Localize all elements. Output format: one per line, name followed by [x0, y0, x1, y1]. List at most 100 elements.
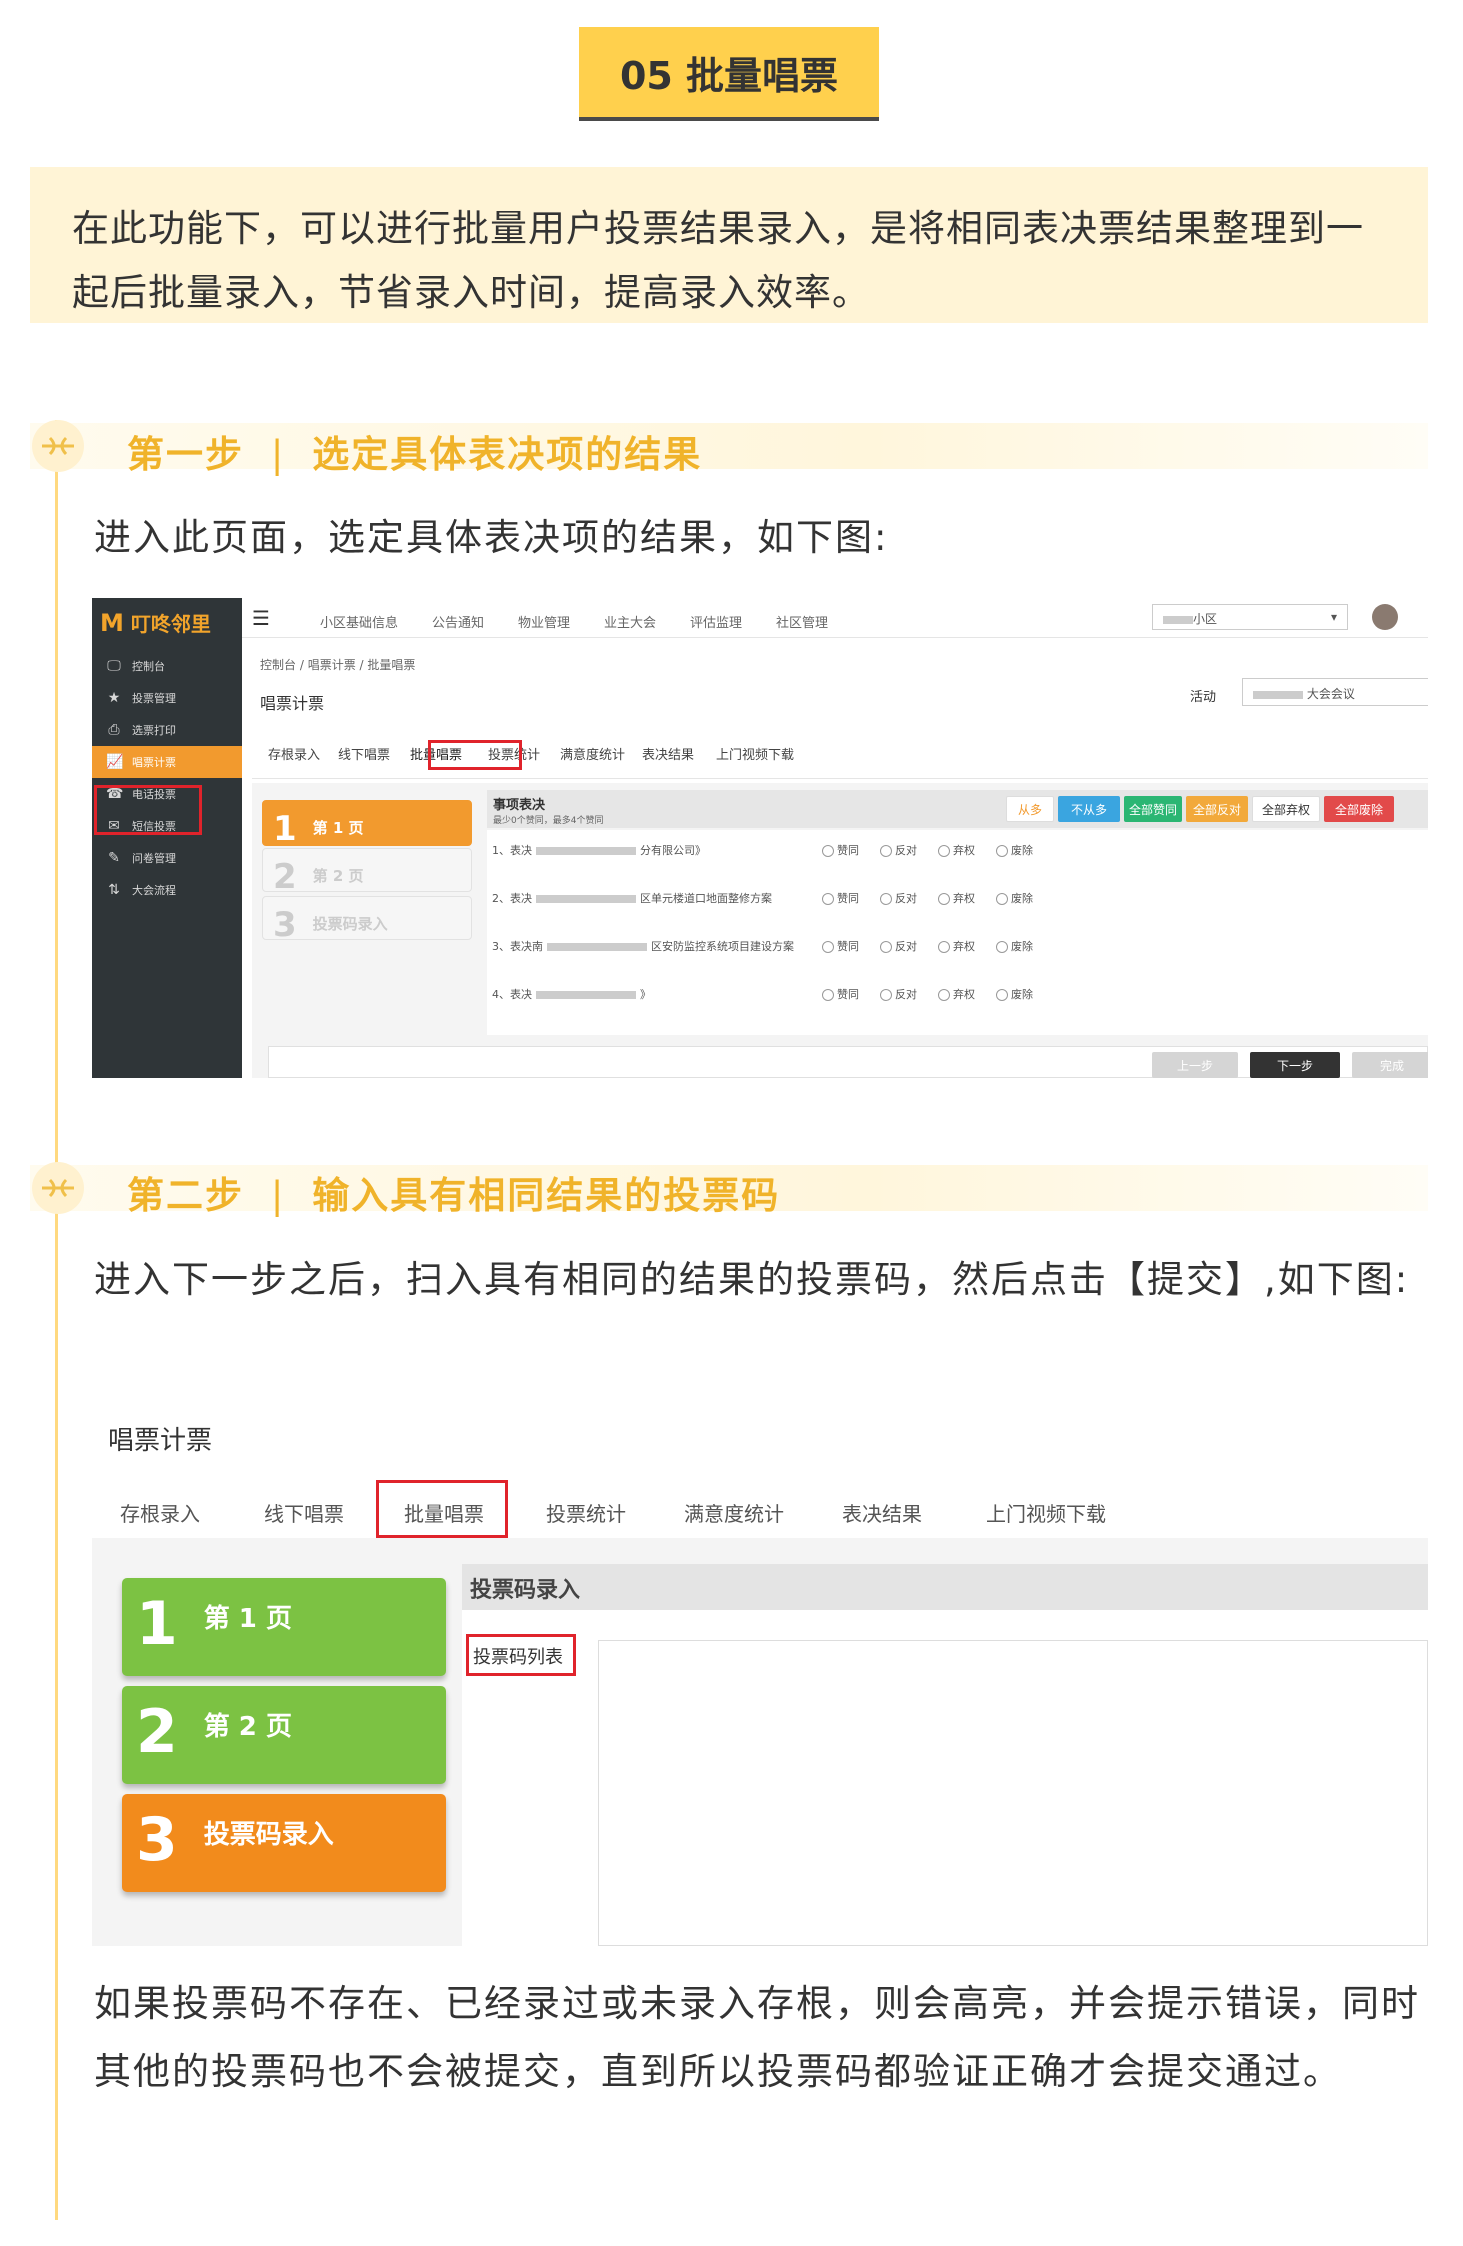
- community-select[interactable]: 小区 ▾: [1152, 604, 1348, 630]
- questions-panel: [487, 830, 1428, 1035]
- step2-heading: 输入具有相同结果的投票码: [312, 1174, 781, 1217]
- wizard-step-2[interactable]: 2第 2 页: [262, 848, 472, 897]
- option-radio[interactable]: 赞同: [822, 890, 859, 906]
- step1-divider: |: [270, 433, 286, 476]
- wizard-step-2[interactable]: 2第 2 页: [122, 1686, 446, 1784]
- bulk-button[interactable]: 不从多: [1058, 796, 1120, 822]
- intro-text: 在此功能下，可以进行批量用户投票结果录入，是将相同表决票结果整理到一起后批量录入…: [72, 207, 1364, 314]
- wizard-step-3[interactable]: 3 投票码录入: [262, 896, 472, 945]
- tab-1[interactable]: 存根录入: [268, 744, 320, 763]
- intro-box: 在此功能下，可以进行批量用户投票结果录入，是将相同表决票结果整理到一起后批量录入…: [30, 167, 1428, 323]
- tab-5[interactable]: 满意度统计: [560, 744, 625, 763]
- sidebar-item[interactable]: ★ 投票管理: [92, 682, 242, 714]
- option-radio[interactable]: 赞同: [822, 986, 859, 1002]
- option-radio[interactable]: 反对: [880, 986, 917, 1002]
- activity-label: 活动: [1190, 690, 1217, 705]
- option-radio[interactable]: 赞同: [822, 938, 859, 954]
- sidebar-item-label: 投票管理: [132, 692, 176, 705]
- nav-item[interactable]: 评估监理: [690, 612, 742, 631]
- option-radio[interactable]: 反对: [880, 890, 917, 906]
- wizard-step-1[interactable]: 1第 1 页: [262, 800, 472, 849]
- page-heading: 唱票计票: [108, 1426, 213, 1456]
- highlight-box: [376, 1480, 508, 1538]
- nav-item[interactable]: 业主大会: [604, 612, 656, 631]
- bulk-button[interactable]: 从多: [1006, 796, 1054, 822]
- nav-item[interactable]: 小区基础信息: [320, 612, 398, 631]
- option-radio[interactable]: 废除: [996, 890, 1033, 906]
- sort-icon: ⇅: [108, 882, 120, 898]
- option-radio[interactable]: 反对: [880, 842, 917, 858]
- sidebar-item[interactable]: ⇅ 大会流程: [92, 874, 242, 906]
- tab-6[interactable]: 表决结果: [842, 1498, 922, 1527]
- tab-2[interactable]: 线下唱票: [264, 1498, 344, 1527]
- finish-button[interactable]: 完成: [1352, 1052, 1428, 1078]
- option-radio[interactable]: 赞同: [822, 842, 859, 858]
- divider: [252, 778, 1428, 779]
- sidebar-item[interactable]: 🖵 控制台: [92, 650, 242, 682]
- bulk-button[interactable]: 全部废除: [1324, 796, 1394, 822]
- sidebar-item[interactable]: ⎙ 选票打印: [92, 714, 242, 746]
- step1-title: 第一步 | 选定具体表决项的结果: [127, 424, 702, 478]
- code-list-textarea[interactable]: [598, 1640, 1428, 1946]
- next-button[interactable]: 下一步: [1250, 1052, 1340, 1078]
- activity-select[interactable]: 大会会议: [1242, 678, 1428, 706]
- option-radio[interactable]: 废除: [996, 986, 1033, 1002]
- tab-7[interactable]: 上门视频下载: [716, 744, 794, 763]
- option-radio[interactable]: 弃权: [938, 986, 975, 1002]
- option-radio[interactable]: 废除: [996, 938, 1033, 954]
- monitor-icon: 🖵: [107, 658, 121, 674]
- step2-label: 第二步: [127, 1174, 244, 1217]
- breadcrumb: 控制台 / 唱票计票 / 批量唱票: [260, 658, 416, 672]
- option-radio[interactable]: 弃权: [938, 938, 975, 954]
- sidebar-item-label: 大会流程: [132, 884, 176, 897]
- screenshot-batch-vote-step2: 唱票计票 存根录入 线下唱票 批量唱票 投票统计 满意度统计 表决结果 上门视频下载 1第 …: [92, 1400, 1428, 1946]
- step1-text: 进入此页面，选定具体表决项的结果，如下图:: [94, 516, 889, 559]
- wizard-step-3[interactable]: 3 投票码录入: [122, 1794, 446, 1892]
- sidebar-item[interactable]: ✎ 问卷管理: [92, 842, 242, 874]
- bulk-button[interactable]: 全部反对: [1186, 796, 1248, 822]
- question-row: 3、表决南 区安防监控系统项目建设方案: [492, 940, 794, 953]
- tab-5[interactable]: 满意度统计: [684, 1498, 784, 1527]
- question-row: 1、表决 分有限公司》: [492, 844, 706, 857]
- sidebar-item-label: 控制台: [132, 660, 165, 673]
- avatar[interactable]: [1372, 604, 1398, 630]
- sidebar-item-label: 选票打印: [132, 724, 176, 737]
- nav-item[interactable]: 公告通知: [432, 612, 484, 631]
- page-title: 05 批量唱票: [619, 53, 839, 98]
- highlight-box: [94, 785, 202, 835]
- bulk-button[interactable]: 全部弃权: [1252, 796, 1320, 822]
- page-title-badge: 05 批量唱票: [579, 27, 879, 121]
- step2-marker-icon: [32, 1162, 84, 1214]
- step2-text: 进入下一步之后，扫入具有相同的结果的投票码，然后点击【提交】,如下图:: [94, 1258, 1410, 1301]
- question-row: 4、表决》: [492, 988, 651, 1001]
- closing-text: 如果投票码不存在、已经录过或未录入存根，则会高亮，并会提示错误，同时其他的投票码…: [94, 1982, 1420, 2093]
- option-radio[interactable]: 反对: [880, 938, 917, 954]
- tab-6[interactable]: 表决结果: [642, 744, 694, 763]
- code-list-label: 投票码列表: [466, 1634, 576, 1676]
- edit-icon: ✎: [108, 850, 120, 866]
- printer-icon: ⎙: [108, 722, 120, 738]
- chevron-down-icon: ▾: [1330, 610, 1337, 624]
- wizard-step-1[interactable]: 1第 1 页: [122, 1578, 446, 1676]
- option-radio[interactable]: 弃权: [938, 842, 975, 858]
- screenshot-batch-vote-step1: M 叮咚邻里 🖵 控制台 ★ 投票管理 ⎙ 选票打印 📈 唱票计票 ☎ 电话投票 ✉ 短信投票 ✎ 问卷管…: [92, 598, 1428, 1078]
- sidebar-item[interactable]: 📈 唱票计票: [92, 746, 242, 778]
- tab-1[interactable]: 存根录入: [120, 1498, 200, 1527]
- sidebar-item-label: 问卷管理: [132, 852, 176, 865]
- tab-7[interactable]: 上门视频下载: [986, 1498, 1106, 1527]
- bulk-button[interactable]: 全部赞同: [1124, 796, 1182, 822]
- highlight-box: [428, 740, 522, 770]
- step1-marker-icon: [32, 420, 84, 472]
- nav-item[interactable]: 物业管理: [518, 612, 570, 631]
- timeline-line: [55, 420, 58, 2220]
- menu-icon[interactable]: ☰: [252, 606, 270, 630]
- step2-title: 第二步 | 输入具有相同结果的投票码: [127, 1165, 780, 1219]
- sidebar: M 叮咚邻里 🖵 控制台 ★ 投票管理 ⎙ 选票打印 📈 唱票计票 ☎ 电话投票 ✉ 短信投票 ✎ 问卷管…: [92, 598, 242, 1078]
- prev-button[interactable]: 上一步: [1152, 1052, 1238, 1078]
- option-radio[interactable]: 废除: [996, 842, 1033, 858]
- step1-label: 第一步: [127, 433, 244, 476]
- tab-2[interactable]: 线下唱票: [338, 744, 390, 763]
- option-radio[interactable]: 弃权: [938, 890, 975, 906]
- tab-4[interactable]: 投票统计: [546, 1498, 626, 1527]
- nav-item[interactable]: 社区管理: [776, 612, 828, 631]
